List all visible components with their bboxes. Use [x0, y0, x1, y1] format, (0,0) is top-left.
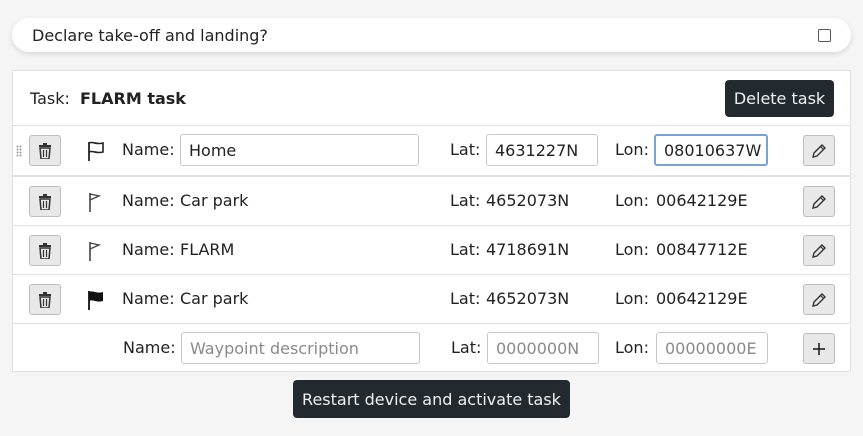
- lon-label: Lon:: [615, 191, 649, 210]
- waypoint-name: FLARM: [180, 240, 235, 259]
- lon-label: Lon:: [615, 338, 649, 357]
- flag-small-icon: [89, 242, 102, 261]
- new-lon-input[interactable]: 00000000E: [656, 332, 768, 364]
- flag-outline-icon: [88, 141, 104, 161]
- delete-waypoint-button[interactable]: [29, 284, 61, 315]
- delete-waypoint-button[interactable]: [29, 135, 61, 166]
- trash-icon: [39, 142, 51, 159]
- waypoint-lon: 00642129E: [656, 289, 748, 308]
- plus-icon: [813, 342, 825, 355]
- lon-input[interactable]: 08010637W: [654, 134, 768, 166]
- declare-checkbox[interactable]: [818, 28, 831, 42]
- lat-label: Lat:: [450, 191, 481, 210]
- lat-label: Lat:: [450, 140, 481, 159]
- edit-waypoint-button[interactable]: [803, 284, 835, 315]
- trash-icon: [39, 193, 51, 210]
- new-lat-input[interactable]: 0000000N: [487, 332, 599, 364]
- trash-icon: [39, 242, 51, 259]
- waypoint-row-3: Name: FLARM Lat: 4718691N Lon: 00847712E: [13, 226, 850, 275]
- edit-waypoint-button[interactable]: [803, 235, 835, 266]
- delete-task-button[interactable]: Delete task: [725, 80, 834, 117]
- restart-activate-button[interactable]: Restart device and activate task: [293, 380, 570, 418]
- new-waypoint-row: Name: Waypoint description Lat: 0000000N…: [13, 324, 850, 373]
- add-waypoint-button[interactable]: [803, 333, 835, 364]
- new-name-input[interactable]: Waypoint description: [181, 332, 420, 364]
- task-label: Task:: [30, 89, 70, 108]
- task-name: FLARM task: [80, 89, 186, 108]
- delete-waypoint-button[interactable]: [29, 186, 61, 217]
- pencil-icon: [812, 292, 826, 307]
- flag-small-icon: [89, 193, 102, 212]
- lat-label: Lat:: [451, 338, 482, 357]
- waypoint-lat: 4718691N: [486, 240, 570, 259]
- name-label: Name:: [123, 338, 176, 357]
- waypoint-row-1: Name: Home Lat: 4631227N Lon: 08010637W: [13, 126, 850, 177]
- name-label: Name:: [122, 240, 175, 259]
- pencil-icon: [812, 143, 826, 158]
- delete-waypoint-button[interactable]: [29, 235, 61, 266]
- lat-label: Lat:: [450, 240, 481, 259]
- flag-filled-icon: [88, 291, 103, 310]
- waypoint-name: Car park: [180, 289, 249, 308]
- pencil-icon: [812, 194, 826, 209]
- trash-icon: [39, 291, 51, 308]
- waypoint-lon: 00642129E: [656, 191, 748, 210]
- waypoint-lat: 4652073N: [486, 191, 570, 210]
- task-panel: Task: FLARM task Delete task Name: Home …: [12, 70, 851, 372]
- waypoint-name: Car park: [180, 191, 249, 210]
- waypoint-row-4: Name: Car park Lat: 4652073N Lon: 006421…: [13, 275, 850, 324]
- drag-handle-icon[interactable]: [16, 145, 22, 157]
- name-label: Name:: [122, 191, 175, 210]
- lat-label: Lat:: [450, 289, 481, 308]
- lon-label: Lon:: [615, 240, 649, 259]
- waypoint-lat: 4652073N: [486, 289, 570, 308]
- name-label: Name:: [122, 140, 175, 159]
- name-label: Name:: [122, 289, 175, 308]
- declare-card: Declare take-off and landing?: [12, 18, 851, 52]
- lon-label: Lon:: [615, 289, 649, 308]
- waypoint-lon: 00847712E: [656, 240, 748, 259]
- lon-label: Lon:: [615, 140, 649, 159]
- declare-label: Declare take-off and landing?: [32, 25, 268, 45]
- task-header: Task: FLARM task Delete task: [13, 71, 850, 126]
- name-input[interactable]: Home: [180, 134, 419, 166]
- edit-waypoint-button[interactable]: [803, 135, 835, 166]
- edit-waypoint-button[interactable]: [803, 186, 835, 217]
- pencil-icon: [812, 243, 826, 258]
- waypoint-row-2: Name: Car park Lat: 4652073N Lon: 006421…: [13, 177, 850, 226]
- lat-input[interactable]: 4631227N: [486, 134, 598, 166]
